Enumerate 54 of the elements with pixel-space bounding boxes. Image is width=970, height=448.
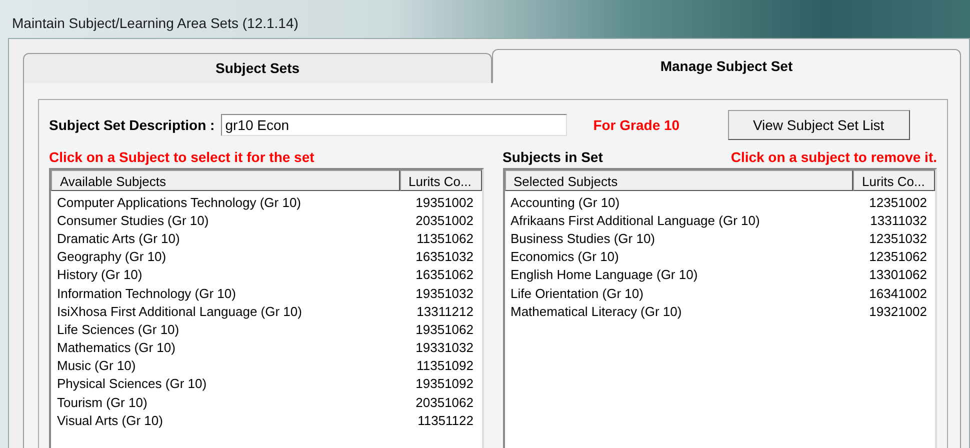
- subject-name[interactable]: History (Gr 10): [57, 268, 142, 282]
- subject-name[interactable]: Life Sciences (Gr 10): [57, 322, 180, 336]
- field-label: Subject Set Description :: [49, 116, 215, 135]
- lurits-code: 16351062: [416, 268, 474, 282]
- tab[interactable]: Manage Subject Set: [492, 49, 961, 83]
- tab[interactable]: Subject Sets: [23, 53, 492, 83]
- lurits-code: 11351122: [418, 414, 474, 427]
- section-heading: Subjects in Set: [502, 148, 603, 167]
- column-header[interactable]: Selected Subjects: [504, 170, 853, 191]
- subject-name[interactable]: Geography (Gr 10): [57, 250, 166, 264]
- lurits-code: 11351062: [416, 232, 474, 245]
- instruction-text: Click on a subject to remove it.: [730, 148, 937, 167]
- subject-name[interactable]: English Home Language (Gr 10): [510, 268, 698, 282]
- lurits-code: 19351092: [416, 377, 474, 390]
- subject-name[interactable]: Information Technology (Gr 10): [57, 286, 236, 300]
- subject-name[interactable]: Afrikaans First Additional Language (Gr 10): [510, 214, 760, 227]
- subject-name[interactable]: Dramatic Arts (Gr 10): [57, 232, 180, 245]
- lurits-code: 16341002: [869, 286, 927, 300]
- lurits-code: 19351002: [416, 196, 474, 209]
- lurits-code: 20351062: [416, 396, 474, 409]
- subject-name[interactable]: Mathematical Literacy (Gr 10): [510, 304, 682, 318]
- view-list-button[interactable]: View Subject Set List: [728, 110, 910, 140]
- lurits-code: 13311212: [416, 304, 474, 318]
- lurits-code: 19351062: [416, 322, 474, 336]
- subject-name[interactable]: Physical Sciences (Gr 10): [57, 377, 207, 390]
- description-field[interactable]: gr10 Econ: [221, 114, 568, 136]
- column-header[interactable]: Lurits Co...: [853, 170, 935, 191]
- lurits-code: 13311032: [870, 214, 927, 227]
- subject-name[interactable]: Mathematics (Gr 10): [57, 341, 176, 354]
- lurits-code: 12351062: [869, 250, 927, 264]
- lurits-code: 12351032: [869, 232, 927, 245]
- column-header[interactable]: Available Subjects: [51, 170, 400, 191]
- lurits-code: 19331032: [416, 341, 474, 354]
- instruction-text: Click on a Subject to select it for the set: [49, 148, 314, 167]
- subject-name[interactable]: Music (Gr 10): [57, 359, 136, 372]
- subject-name[interactable]: Visual Arts (Gr 10): [57, 414, 163, 427]
- lurits-code: 16351032: [416, 250, 474, 264]
- lurits-code: 19321002: [869, 304, 927, 318]
- subject-name[interactable]: Consumer Studies (Gr 10): [57, 214, 209, 227]
- grade-note: For Grade 10: [593, 116, 680, 134]
- subject-name[interactable]: Economics (Gr 10): [510, 250, 619, 264]
- subject-name[interactable]: Accounting (Gr 10): [510, 196, 620, 209]
- lurits-code: 11351092: [416, 359, 474, 372]
- column-header[interactable]: Lurits Co...: [400, 170, 482, 191]
- lurits-code: 12351002: [869, 196, 927, 209]
- subject-name[interactable]: Tourism (Gr 10): [57, 396, 148, 409]
- lurits-code: 20351002: [416, 214, 474, 227]
- subject-name[interactable]: Life Orientation (Gr 10): [510, 286, 644, 300]
- window-title: Maintain Subject/Learning Area Sets (12.1.14): [12, 14, 298, 33]
- subject-name[interactable]: Computer Applications Technology (Gr 10): [57, 196, 301, 209]
- lurits-code: 19351032: [416, 286, 474, 300]
- lurits-code: 13301062: [869, 268, 927, 282]
- subject-name[interactable]: IsiXhosa First Additional Language (Gr 10): [57, 304, 302, 318]
- subject-name[interactable]: Business Studies (Gr 10): [510, 232, 656, 245]
